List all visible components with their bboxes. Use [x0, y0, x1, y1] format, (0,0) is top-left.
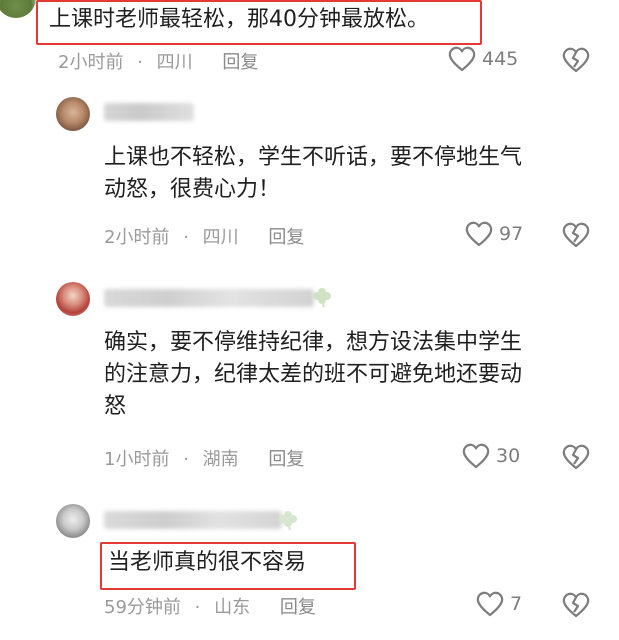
- heart-outline-icon: [448, 46, 476, 72]
- reply-button[interactable]: 回复: [268, 227, 304, 248]
- comment-location: 湖南: [202, 449, 239, 470]
- comment-location: 四川: [156, 52, 193, 73]
- separator: ·: [183, 227, 189, 248]
- broken-heart-icon: [562, 222, 590, 248]
- avatar[interactable]: [56, 282, 90, 316]
- like-count: 30: [496, 445, 521, 467]
- comment-meta: 2小时前 · 四川 回复: [104, 223, 304, 249]
- comment-time: 59分钟前: [104, 597, 181, 618]
- broken-heart-icon: [562, 47, 590, 73]
- dislike-button[interactable]: [562, 222, 590, 248]
- comment-text: 当老师真的很不容易: [108, 550, 307, 575]
- comment-meta: 2小时前 · 四川 回复: [58, 48, 258, 74]
- comment-text-line: 的注意力，纪律太差的班不可避免地还要动: [104, 362, 523, 387]
- dislike-button[interactable]: [562, 444, 590, 470]
- avatar[interactable]: [56, 97, 90, 131]
- like-count: 97: [499, 223, 524, 245]
- like-button[interactable]: 7: [476, 591, 522, 617]
- dislike-button[interactable]: [562, 592, 590, 618]
- heart-outline-icon: [462, 443, 490, 469]
- reply-button[interactable]: 回复: [222, 52, 258, 73]
- comment-meta: 59分钟前 · 山东 回复: [104, 593, 316, 619]
- username-blurred[interactable]: [104, 511, 282, 529]
- comment-text: 上课时老师最轻松，那40分钟最放松。: [49, 7, 429, 32]
- comment-text-line: 怒: [104, 394, 127, 419]
- broken-heart-icon: [562, 592, 590, 618]
- broken-heart-icon: [562, 444, 590, 470]
- avatar[interactable]: [0, 0, 36, 18]
- like-button[interactable]: 97: [465, 221, 523, 247]
- heart-outline-icon: [476, 591, 504, 617]
- comment-text-line: 动怒，很费心力！: [104, 177, 281, 202]
- username-blurred[interactable]: [104, 103, 194, 121]
- clover-badge-icon: [278, 509, 298, 535]
- separator: ·: [194, 597, 201, 618]
- dislike-button[interactable]: [562, 47, 590, 73]
- comment-text: 上课也不轻松，学生不听话，要不停地生气 动怒，很费心力！: [104, 142, 522, 206]
- comment-time: 2小时前: [58, 52, 124, 73]
- clover-badge-icon: [312, 286, 332, 312]
- separator: ·: [137, 52, 143, 73]
- username-blurred[interactable]: [104, 289, 314, 307]
- separator: ·: [183, 449, 189, 470]
- comment-location: 山东: [214, 597, 251, 618]
- comment-meta: 1小时前 · 湖南 回复: [104, 445, 304, 471]
- comment-time: 2小时前: [104, 227, 170, 248]
- comment-location: 四川: [202, 227, 239, 248]
- reply-button[interactable]: 回复: [268, 449, 304, 470]
- reply-button[interactable]: 回复: [280, 597, 316, 618]
- heart-outline-icon: [465, 221, 493, 247]
- like-count: 7: [510, 593, 523, 615]
- comment-text-line: 确实，要不停维持纪律，想方设法集中学生: [104, 330, 523, 355]
- like-button[interactable]: 445: [448, 46, 518, 72]
- comment-time: 1小时前: [104, 449, 170, 470]
- comment-text: 确实，要不停维持纪律，想方设法集中学生 的注意力，纪律太差的班不可避免地还要动 …: [104, 327, 522, 423]
- like-button[interactable]: 30: [462, 443, 520, 469]
- avatar[interactable]: [56, 504, 90, 538]
- like-count: 445: [482, 48, 519, 70]
- comment-text-line: 上课也不轻松，学生不听话，要不停地生气: [104, 145, 523, 170]
